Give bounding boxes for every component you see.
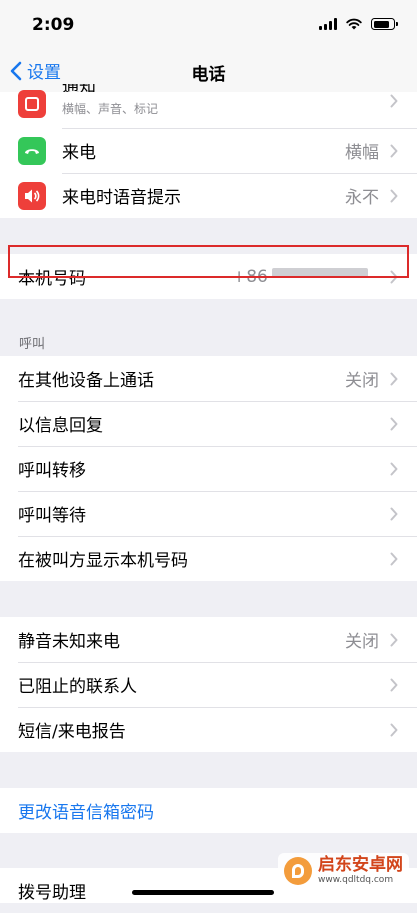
blocking-group: 静音未知来电 关闭 已阻止的联系人 短信/来电报告 [0, 617, 417, 752]
calls-on-other-devices-value: 关闭 [345, 371, 379, 391]
silence-unknown-callers-row[interactable]: 静音未知来电 关闭 [0, 617, 417, 662]
show-caller-id-label: 在被叫方显示本机号码 [18, 551, 188, 571]
chevron-right-icon [390, 462, 398, 475]
my-number-label: 本机号码 [18, 269, 86, 289]
calls-on-other-devices-label: 在其他设备上通话 [18, 371, 154, 391]
respond-with-text-label: 以信息回复 [18, 416, 103, 436]
chevron-right-icon [390, 507, 398, 520]
announce-calls-label: 来电时语音提示 [62, 188, 181, 208]
watermark-logo-icon [284, 857, 312, 885]
notifications-sublabel: 横幅、声音、标记 [62, 102, 159, 116]
sms-call-reporting-row[interactable]: 短信/来电报告 [0, 707, 417, 752]
call-forwarding-label: 呼叫转移 [18, 461, 86, 481]
redacted-number [272, 268, 368, 278]
my-number-value: +86 [232, 266, 268, 287]
announce-calls-value: 永不 [345, 188, 379, 208]
chevron-right-icon [390, 723, 398, 736]
chevron-right-icon [390, 552, 398, 565]
watermark-title: 启东安卓网 [318, 855, 403, 875]
incoming-call-value: 横幅 [345, 143, 379, 163]
announce-calls-row[interactable]: 来电时语音提示 永不 [0, 173, 417, 218]
notifications-group: 通知 横幅、声音、标记 来电 横幅 来电时语音提示 永不 [0, 84, 417, 218]
dial-assist-label: 拨号助理 [18, 883, 86, 903]
blocked-contacts-row[interactable]: 已阻止的联系人 [0, 662, 417, 707]
status-time: 2:09 [32, 15, 75, 35]
calls-on-other-devices-row[interactable]: 在其他设备上通话 关闭 [0, 356, 417, 401]
incoming-call-row[interactable]: 来电 横幅 [0, 128, 417, 173]
notifications-row[interactable]: 通知 横幅、声音、标记 [0, 84, 417, 128]
page-title: 电话 [191, 65, 226, 85]
cellular-signal-icon [319, 18, 337, 30]
status-bar: 2:09 [0, 0, 417, 50]
notification-icon [18, 90, 46, 118]
call-waiting-label: 呼叫等待 [18, 506, 86, 526]
notifications-label: 通知 [62, 84, 96, 92]
home-indicator [132, 890, 274, 895]
show-caller-id-row[interactable]: 在被叫方显示本机号码 [0, 536, 417, 581]
call-forwarding-row[interactable]: 呼叫转移 [0, 446, 417, 491]
change-voicemail-password-link[interactable]: 更改语音信箱密码 [18, 798, 154, 823]
respond-with-text-row[interactable]: 以信息回复 [0, 401, 417, 446]
status-icons [319, 17, 398, 31]
calls-section-header: 呼叫 [19, 337, 46, 352]
chevron-right-icon [390, 189, 398, 202]
battery-icon [371, 18, 398, 30]
chevron-right-icon [390, 633, 398, 646]
sms-call-reporting-label: 短信/来电报告 [18, 722, 126, 742]
chevron-right-icon [390, 417, 398, 430]
silence-unknown-callers-value: 关闭 [345, 632, 379, 652]
voicemail-group: 更改语音信箱密码 [0, 788, 417, 833]
change-voicemail-password-row[interactable]: 更改语音信箱密码 [0, 788, 417, 833]
calls-group: 在其他设备上通话 关闭 以信息回复 呼叫转移 呼叫等待 在被叫方显示本机号码 [0, 356, 417, 581]
phone-icon [18, 136, 46, 165]
chevron-right-icon [390, 270, 398, 283]
silence-unknown-callers-label: 静音未知来电 [18, 632, 120, 652]
incoming-call-label: 来电 [62, 143, 96, 163]
wifi-icon [346, 18, 362, 30]
chevron-right-icon [390, 144, 398, 157]
chevron-right-icon [390, 372, 398, 385]
watermark-url: www.qdltdq.com [318, 875, 394, 885]
speaker-icon [18, 181, 46, 210]
watermark: 启东安卓网 www.qdltdq.com [278, 853, 409, 889]
chevron-right-icon [390, 94, 398, 108]
blocked-contacts-label: 已阻止的联系人 [18, 677, 137, 697]
chevron-right-icon [390, 678, 398, 691]
call-waiting-row[interactable]: 呼叫等待 [0, 491, 417, 536]
